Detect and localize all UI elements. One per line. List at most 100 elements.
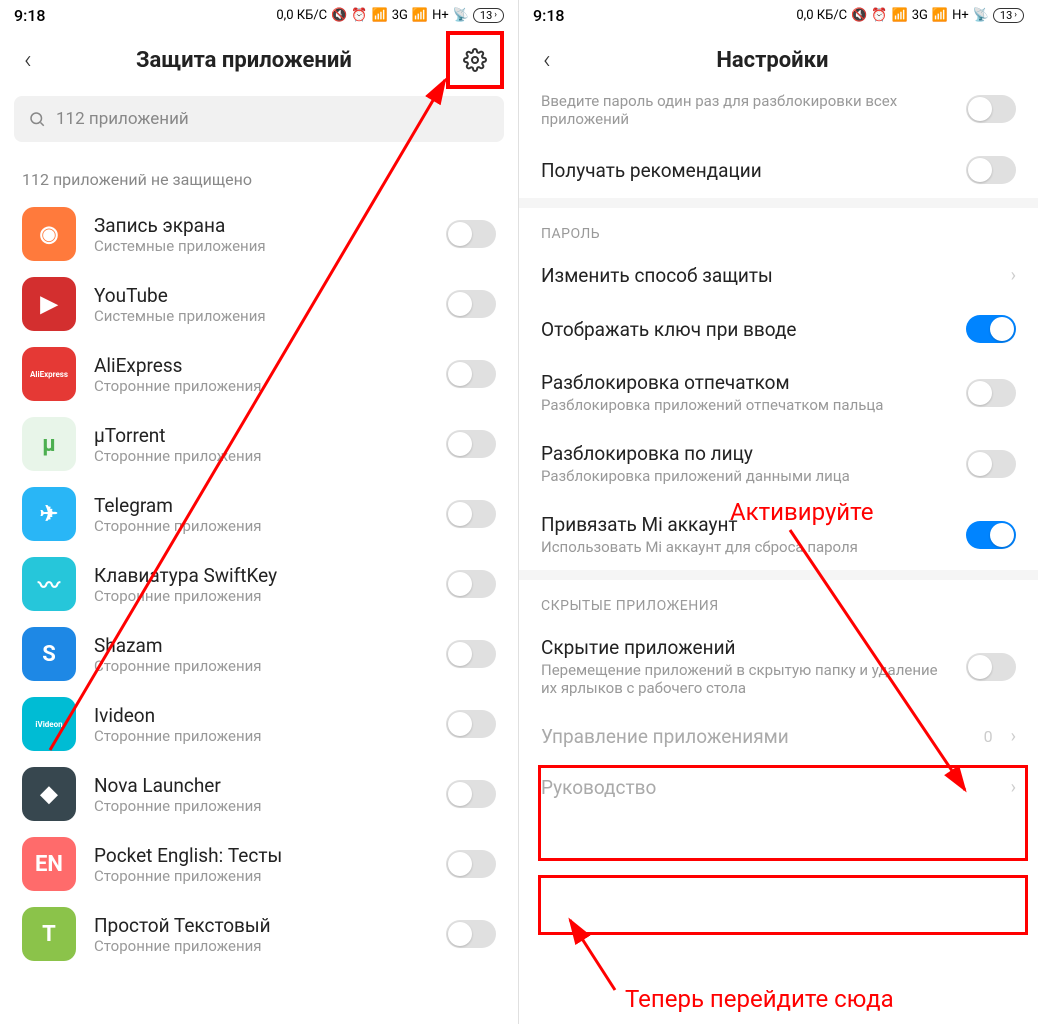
- app-toggle[interactable]: [446, 780, 496, 808]
- app-sub: Сторонние приложения: [94, 867, 428, 885]
- app-list: ◉ Запись экрана Системные приложения ▶ Y…: [0, 199, 518, 969]
- battery-icon: 13: [993, 8, 1024, 23]
- app-sub: Системные приложения: [94, 307, 428, 325]
- toggle[interactable]: [966, 521, 1016, 549]
- status-bar: 9:18 0,0 КБ/С 🔇 ⏰ 📶 3G 📶 H+ 📡 13: [519, 0, 1038, 30]
- toggle[interactable]: [966, 653, 1016, 681]
- app-icon: AliExpress: [22, 347, 76, 401]
- setting-sub: Разблокировка приложений данными лица: [541, 467, 954, 485]
- app-toggle[interactable]: [446, 710, 496, 738]
- setting-row[interactable]: Управление приложениями 0›: [519, 711, 1038, 762]
- app-name: µTorrent: [94, 424, 428, 447]
- app-sub: Сторонние приложения: [94, 377, 428, 395]
- search-input[interactable]: 112 приложений: [14, 96, 504, 142]
- annotation-box-hide-apps: [538, 765, 1028, 861]
- app-icon: EN: [22, 837, 76, 891]
- app-row[interactable]: µ µTorrent Сторонние приложения: [0, 409, 518, 479]
- setting-sub: Перемещение приложений в скрытую папку и…: [541, 661, 954, 697]
- status-bar: 9:18 0,0 КБ/С 🔇 ⏰ 📶 3G 📶 H+ 📡 13: [0, 0, 518, 30]
- app-icon: ▶: [22, 277, 76, 331]
- setting-row[interactable]: Изменить способ защиты ›: [519, 250, 1038, 301]
- app-sub: Сторонние приложения: [94, 447, 428, 465]
- toggle[interactable]: [966, 156, 1016, 184]
- setting-row: Введите пароль один раз для разблокировк…: [519, 90, 1038, 142]
- status-icons: 0,0 КБ/С 🔇 ⏰ 📶 3G 📶 H+ 📡 13: [276, 8, 504, 23]
- back-button[interactable]: ‹: [14, 41, 42, 79]
- app-row[interactable]: ◉ Запись экрана Системные приложения: [0, 199, 518, 269]
- app-toggle[interactable]: [446, 920, 496, 948]
- app-icon: ◆: [22, 767, 76, 821]
- app-sub: Сторонние приложения: [94, 517, 428, 535]
- setting-row[interactable]: Отображать ключ при вводе: [519, 301, 1038, 357]
- status-icons: 0,0 КБ/С 🔇 ⏰ 📶 3G 📶 H+ 📡 13: [796, 8, 1024, 23]
- app-name: Простой Текстовый: [94, 914, 428, 937]
- app-name: Shazam: [94, 634, 428, 657]
- setting-row[interactable]: Разблокировка отпечатком Разблокировка п…: [519, 357, 1038, 428]
- search-icon: [28, 110, 46, 128]
- app-row[interactable]: ✈ Telegram Сторонние приложения: [0, 479, 518, 549]
- app-icon: S: [22, 627, 76, 681]
- app-name: AliExpress: [94, 354, 428, 377]
- app-sub: Сторонние приложения: [94, 937, 428, 955]
- app-sub: Сторонние приложения: [94, 727, 428, 745]
- app-toggle[interactable]: [446, 500, 496, 528]
- app-row[interactable]: EN Pocket English: Тесты Сторонние прило…: [0, 829, 518, 899]
- app-toggle[interactable]: [446, 290, 496, 318]
- toggle[interactable]: [966, 315, 1016, 343]
- setting-title: Разблокировка отпечатком: [541, 371, 954, 394]
- app-name: Запись экрана: [94, 214, 428, 237]
- wifi-icon: 📡: [453, 8, 469, 23]
- setting-sub: Использовать Mi аккаунт для сброса парол…: [541, 538, 954, 556]
- app-row[interactable]: T Простой Текстовый Сторонние приложения: [0, 899, 518, 969]
- app-icon: 〰: [22, 557, 76, 611]
- status-time: 9:18: [14, 6, 46, 25]
- setting-sub: Разблокировка приложений отпечатком паль…: [541, 396, 954, 414]
- chevron-right-icon: ›: [1011, 726, 1016, 747]
- app-toggle[interactable]: [446, 360, 496, 388]
- signal-icon: 📶: [372, 8, 388, 23]
- setting-title: Скрытие приложений: [541, 636, 954, 659]
- battery-icon: 13: [473, 8, 504, 23]
- page-title: Настройки: [561, 48, 984, 73]
- back-button[interactable]: ‹: [533, 41, 561, 79]
- app-icon: µ: [22, 417, 76, 471]
- app-toggle[interactable]: [446, 220, 496, 248]
- app-toggle[interactable]: [446, 430, 496, 458]
- app-name: Клавиатура SwiftKey: [94, 564, 428, 587]
- app-sub: Сторонние приложения: [94, 657, 428, 675]
- toggle[interactable]: [966, 450, 1016, 478]
- wifi-icon: 📡: [973, 8, 989, 23]
- settings-button[interactable]: [446, 31, 504, 89]
- app-row[interactable]: S Shazam Сторонние приложения: [0, 619, 518, 689]
- app-icon: ✈: [22, 487, 76, 541]
- setting-title: Изменить способ защиты: [541, 264, 999, 287]
- page-title: Защита приложений: [42, 48, 446, 73]
- divider: [519, 570, 1038, 580]
- app-row[interactable]: 〰 Клавиатура SwiftKey Сторонние приложен…: [0, 549, 518, 619]
- app-name: Ivideon: [94, 704, 428, 727]
- toggle[interactable]: [966, 379, 1016, 407]
- setting-row[interactable]: Разблокировка по лицу Разблокировка прил…: [519, 428, 1038, 499]
- app-row[interactable]: iVideon Ivideon Сторонние приложения: [0, 689, 518, 759]
- app-toggle[interactable]: [446, 850, 496, 878]
- app-icon: T: [22, 907, 76, 961]
- app-toggle[interactable]: [446, 570, 496, 598]
- chevron-right-icon: ›: [1011, 265, 1016, 286]
- recommendations-row[interactable]: Получать рекомендации: [519, 142, 1038, 198]
- app-sub: Сторонние приложения: [94, 797, 428, 815]
- section-label: 112 приложений не защищено: [0, 156, 518, 199]
- gear-icon: [463, 48, 487, 72]
- app-header: ‹ Защита приложений: [0, 30, 518, 90]
- setting-row[interactable]: Скрытие приложений Перемещение приложени…: [519, 622, 1038, 711]
- app-row[interactable]: ◆ Nova Launcher Сторонние приложения: [0, 759, 518, 829]
- signal-icon: 📶: [892, 8, 908, 23]
- status-time: 9:18: [533, 6, 565, 25]
- dnd-icon: 🔇: [851, 8, 867, 23]
- app-icon: ◉: [22, 207, 76, 261]
- toggle[interactable]: [966, 95, 1016, 123]
- setting-sub: Введите пароль один раз для разблокировк…: [541, 92, 954, 128]
- app-row[interactable]: ▶ YouTube Системные приложения: [0, 269, 518, 339]
- count: 0: [984, 727, 993, 746]
- app-row[interactable]: AliExpress AliExpress Сторонние приложен…: [0, 339, 518, 409]
- app-toggle[interactable]: [446, 640, 496, 668]
